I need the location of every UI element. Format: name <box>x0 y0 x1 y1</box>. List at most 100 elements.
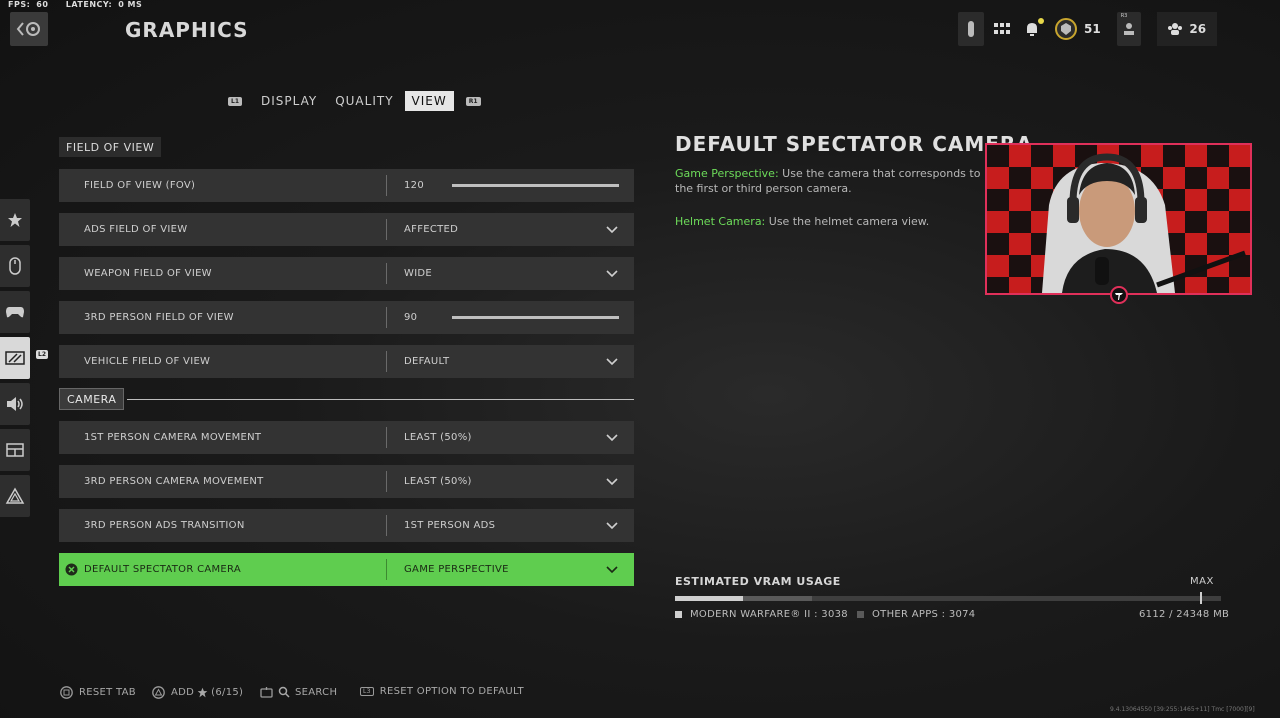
setting-row-vehicle-fov[interactable]: VEHICLE FIELD OF VIEW DEFAULT <box>59 345 634 378</box>
setting-name: 3RD PERSON FIELD OF VIEW <box>84 312 234 323</box>
setting-value: AFFECTED <box>404 224 459 235</box>
star-icon <box>8 213 22 227</box>
description-text: Use the helmet camera view. <box>765 215 930 228</box>
streamer-logo <box>1110 286 1128 304</box>
interface-icon <box>6 443 24 457</box>
setting-row-ads-fov[interactable]: ADS FIELD OF VIEW AFFECTED <box>59 213 634 246</box>
l3-hint: L3 <box>360 687 374 696</box>
rail-interface[interactable] <box>0 429 30 471</box>
menu-grid-button[interactable] <box>984 23 1020 35</box>
3rd-person-fov-slider[interactable] <box>452 316 619 319</box>
setting-name: 3RD PERSON CAMERA MOVEMENT <box>84 476 264 487</box>
setting-value: GAME PERSPECTIVE <box>404 564 509 575</box>
setting-value: 120 <box>404 180 424 191</box>
vram-game-fill <box>675 596 744 601</box>
player-level[interactable]: 51 <box>1054 17 1101 41</box>
footer-search[interactable]: SEARCH <box>260 686 337 698</box>
tab-bar: L1 DISPLAY QUALITY VIEW R1 <box>228 91 481 111</box>
vram-total-text: 6112 / 24348 MB <box>1139 609 1230 620</box>
description-paragraph-2: Helmet Camera: Use the helmet camera vie… <box>675 214 995 229</box>
setting-name: 3RD PERSON ADS TRANSITION <box>84 520 245 531</box>
footer-reset-tab[interactable]: RESET TAB <box>60 686 136 699</box>
streamer-figure <box>1042 153 1246 293</box>
chevron-down-icon <box>606 269 618 277</box>
rail-l2-hint: L2 <box>36 350 48 359</box>
chevron-down-icon <box>606 477 618 485</box>
tab-view[interactable]: VIEW <box>404 91 454 111</box>
setting-name: WEAPON FIELD OF VIEW <box>84 268 212 279</box>
setting-row-default-spectator-camera[interactable]: DEFAULT SPECTATOR CAMERA GAME PERSPECTIV… <box>59 553 634 586</box>
rail-mouse-keyboard[interactable] <box>0 245 30 287</box>
vram-max-marker <box>1200 592 1202 604</box>
footer-label: SEARCH <box>295 686 338 698</box>
tab-prev-hint: L1 <box>228 96 242 106</box>
setting-row-fov[interactable]: FIELD OF VIEW (FOV) 120 <box>59 169 634 202</box>
rail-graphics[interactable] <box>0 337 30 379</box>
tab-next-hint: R1 <box>465 96 481 106</box>
setting-row-3rd-person-ads-transition[interactable]: 3RD PERSON ADS TRANSITION 1ST PERSON ADS <box>59 509 634 542</box>
setting-row-weapon-fov[interactable]: WEAPON FIELD OF VIEW WIDE <box>59 257 634 290</box>
mic-status-button[interactable] <box>958 12 984 46</box>
bell-icon <box>1027 23 1037 36</box>
latency-label: LATENCY: <box>65 0 113 9</box>
controller-icon <box>6 307 24 318</box>
setting-row-1st-person-camera-movement[interactable]: 1ST PERSON CAMERA MOVEMENT LEAST (50%) <box>59 421 634 454</box>
setting-value: 90 <box>404 312 418 323</box>
fps-label: FPS: <box>8 0 31 9</box>
level-value: 51 <box>1084 22 1101 36</box>
graphics-icon <box>5 351 25 365</box>
build-version: 9.4.13064550 [39:255:1465+11] Tmc [7000]… <box>1110 706 1255 713</box>
favorites-count: (6/15) <box>211 687 244 698</box>
star-icon <box>197 687 208 698</box>
tab-quality[interactable]: QUALITY <box>328 91 400 111</box>
section-divider <box>127 398 634 400</box>
footer-add-favorite[interactable]: ADD (6/15) <box>152 686 243 699</box>
notifications-button[interactable] <box>1020 18 1044 37</box>
section-camera: CAMERA <box>59 388 634 410</box>
back-arrow-icon <box>16 22 40 36</box>
triangle-button-icon <box>152 686 165 699</box>
chevron-down-icon <box>606 357 618 365</box>
chevron-down-icon <box>606 521 618 529</box>
footer-label: RESET OPTION TO DEFAULT <box>379 686 524 697</box>
latency-value: 0 MS <box>118 0 143 9</box>
rail-audio[interactable] <box>0 383 30 425</box>
setting-value: LEAST (50%) <box>404 476 472 487</box>
friends-icon <box>1168 23 1183 35</box>
chevron-down-icon <box>606 225 618 233</box>
setting-name: VEHICLE FIELD OF VIEW <box>84 356 211 367</box>
setting-row-3rd-person-fov[interactable]: 3RD PERSON FIELD OF VIEW 90 <box>59 301 634 334</box>
footer-reset-option[interactable]: L3 RESET OPTION TO DEFAULT <box>360 686 524 697</box>
rail-account-network[interactable] <box>0 475 30 517</box>
description-title: DEFAULT SPECTATOR CAMERA <box>675 132 1033 156</box>
rail-controller[interactable] <box>0 291 30 333</box>
friends-button[interactable]: 26 <box>1156 12 1217 46</box>
vram-title: ESTIMATED VRAM USAGE <box>675 575 841 588</box>
setting-value: 1ST PERSON ADS <box>404 520 496 531</box>
rank-badge-icon <box>1055 18 1077 40</box>
tab-display[interactable]: DISPLAY <box>254 91 324 111</box>
fov-slider[interactable] <box>452 184 619 187</box>
friends-count: 26 <box>1189 22 1207 36</box>
r3-hint: R3 <box>1120 13 1128 19</box>
setting-row-3rd-person-camera-movement[interactable]: 3RD PERSON CAMERA MOVEMENT LEAST (50%) <box>59 465 634 498</box>
performance-stats: FPS: 60 LATENCY: 0 MS <box>8 0 148 9</box>
profile-icon <box>1123 23 1134 35</box>
touchpad-button-icon <box>260 686 273 698</box>
vram-legend-other: OTHER APPS : 3074 <box>857 609 975 620</box>
fps-value: 60 <box>36 0 49 9</box>
setting-name: DEFAULT SPECTATOR CAMERA <box>84 564 242 575</box>
footer-label: RESET TAB <box>79 687 136 698</box>
legend-swatch <box>675 611 682 618</box>
section-title: CAMERA <box>59 388 125 410</box>
mouse-icon <box>9 257 21 275</box>
description-paragraph-1: Game Perspective: Use the camera that co… <box>675 166 995 196</box>
vram-other-fill <box>743 596 813 601</box>
back-button[interactable] <box>10 12 48 46</box>
vram-legend-game: MODERN WARFARE® II : 3038 <box>675 609 848 620</box>
rail-favorites[interactable] <box>0 199 30 241</box>
vram-max-label: MAX <box>1190 576 1214 587</box>
profile-button[interactable]: R3 <box>1116 12 1141 46</box>
page-title: GRAPHICS <box>125 18 249 42</box>
setting-name: ADS FIELD OF VIEW <box>84 224 188 235</box>
